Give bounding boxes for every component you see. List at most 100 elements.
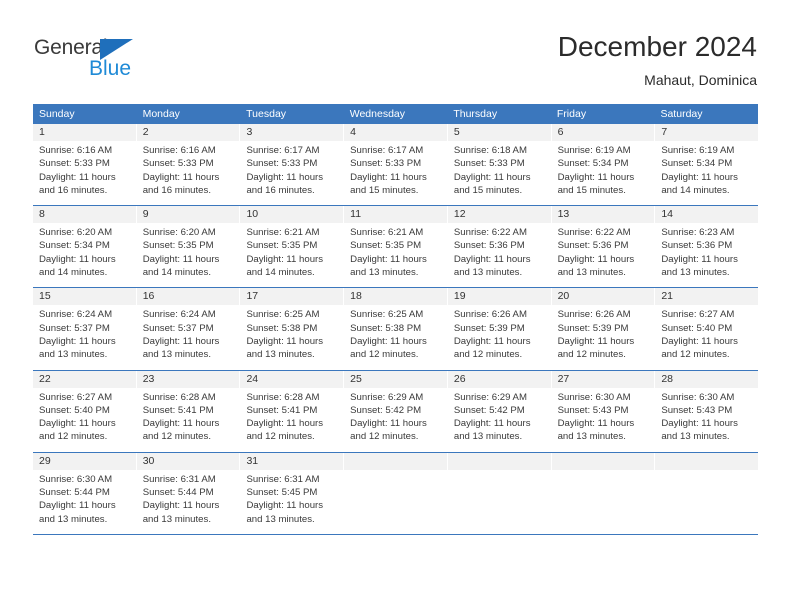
day-number [655, 452, 759, 470]
day-cell[interactable]: 14 Sunrise: 6:23 AM Sunset: 5:36 PM Dayligh… [655, 206, 759, 288]
sunrise-text: Sunrise: 6:31 AM [142, 473, 216, 485]
sunrise-text: Sunrise: 6:28 AM [142, 391, 216, 403]
page-header: General Blue December 2024 Mahaut, Domin… [0, 0, 792, 100]
calendar-weeks: 1 Sunrise: 6:16 AM Sunset: 5:33 PM Daylight… [33, 124, 759, 535]
day-number: 3 [240, 124, 344, 141]
daylight-text-line2: and 12 minutes. [142, 431, 211, 443]
day-cell[interactable]: 19 Sunrise: 6:26 AM Sunset: 5:39 PM Dayligh… [447, 288, 552, 370]
day-number: 19 [447, 288, 551, 306]
sunset-text: Sunset: 5:33 PM [142, 158, 214, 170]
day-cell[interactable]: 12 Sunrise: 6:22 AM Sunset: 5:36 PM Dayligh… [447, 206, 552, 288]
sunrise-text: Sunrise: 6:25 AM [350, 309, 424, 321]
day-cell[interactable]: 31 Sunrise: 6:31 AM Sunset: 5:45 PM Dayligh… [240, 452, 345, 534]
day-number: 5 [447, 124, 551, 141]
sunset-text: Sunset: 5:37 PM [39, 322, 110, 334]
day-cell[interactable]: 7 Sunrise: 6:19 AM Sunset: 5:34 PM Daylight… [655, 124, 759, 206]
day-cell[interactable]: 22 Sunrise: 6:27 AM Sunset: 5:40 PM Dayligh… [33, 370, 137, 452]
day-info: Sunrise: 6:17 AM Sunset: 5:33 PM Daylight:… [344, 141, 447, 197]
day-cell[interactable]: 23 Sunrise: 6:28 AM Sunset: 5:41 PM Dayligh… [136, 370, 241, 452]
sunset-text: Sunset: 5:33 PM [39, 158, 110, 170]
sunset-text: Sunset: 5:34 PM [661, 158, 733, 170]
day-number: 9 [136, 206, 240, 224]
day-info: Sunrise: 6:25 AM Sunset: 5:38 PM Daylight:… [240, 305, 343, 361]
day-number: 30 [136, 452, 240, 470]
day-number [344, 452, 447, 470]
day-cell[interactable]: 26 Sunrise: 6:29 AM Sunset: 5:42 PM Dayligh… [447, 370, 552, 452]
day-number: 2 [136, 124, 240, 141]
day-number: 17 [240, 288, 344, 306]
sunset-text: Sunset: 5:41 PM [246, 404, 318, 416]
calendar-page: General Blue December 2024 Mahaut, Domin… [0, 0, 792, 612]
daylight-text-line1: Daylight: 11 hours [350, 253, 427, 265]
day-cell[interactable]: 25 Sunrise: 6:29 AM Sunset: 5:42 PM Dayligh… [344, 370, 448, 452]
day-cell[interactable]: 3 Sunrise: 6:17 AM Sunset: 5:33 PM Daylight… [240, 124, 345, 206]
day-number: 15 [33, 288, 136, 306]
day-info: Sunrise: 6:25 AM Sunset: 5:38 PM Daylight:… [344, 305, 447, 361]
daylight-text-line1: Daylight: 11 hours [142, 500, 220, 512]
day-number: 20 [551, 288, 655, 306]
day-cell[interactable]: 27 Sunrise: 6:30 AM Sunset: 5:43 PM Dayligh… [551, 370, 656, 452]
day-cell[interactable]: 21 Sunrise: 6:27 AM Sunset: 5:40 PM Dayligh… [655, 288, 759, 370]
day-cell[interactable]: 10 Sunrise: 6:21 AM Sunset: 5:35 PM Dayligh… [240, 206, 345, 288]
day-info: Sunrise: 6:29 AM Sunset: 5:42 PM Daylight:… [448, 388, 551, 444]
daylight-text-line2: and 12 minutes. [350, 431, 419, 443]
day-cell[interactable]: 20 Sunrise: 6:26 AM Sunset: 5:39 PM Dayligh… [551, 288, 656, 370]
daylight-text-line1: Daylight: 11 hours [453, 418, 531, 430]
daylight-text-line2: and 14 minutes. [39, 267, 108, 279]
day-cell[interactable]: 8 Sunrise: 6:20 AM Sunset: 5:34 PM Daylight… [33, 206, 137, 288]
day-number: 4 [344, 124, 447, 141]
daylight-text-line2: and 13 minutes. [453, 431, 523, 443]
day-info: Sunrise: 6:28 AM Sunset: 5:41 PM Daylight:… [240, 388, 343, 444]
brand-logo[interactable]: General Blue [34, 36, 174, 84]
calendar-grid: Sunday Monday Tuesday Wednesday Thursday Frid… [33, 104, 759, 535]
daylight-text-line2: and 13 minutes. [39, 349, 108, 361]
day-cell[interactable]: 13 Sunrise: 6:22 AM Sunset: 5:36 PM Dayligh… [551, 206, 656, 288]
day-info: Sunrise: 6:16 AM Sunset: 5:33 PM Daylight:… [33, 141, 136, 197]
page-subtitle: Mahaut, Dominica [644, 72, 757, 88]
day-cell[interactable]: 30 Sunrise: 6:31 AM Sunset: 5:44 PM Dayligh… [136, 452, 241, 534]
sunset-text: Sunset: 5:42 PM [350, 404, 422, 416]
day-cell[interactable]: 5 Sunrise: 6:18 AM Sunset: 5:33 PM Daylight… [447, 124, 552, 206]
sunset-text: Sunset: 5:37 PM [142, 322, 214, 334]
day-cell[interactable]: 18 Sunrise: 6:25 AM Sunset: 5:38 PM Dayligh… [344, 288, 448, 370]
day-cell[interactable]: 1 Sunrise: 6:16 AM Sunset: 5:33 PM Daylight… [33, 124, 137, 206]
day-cell[interactable]: 24 Sunrise: 6:28 AM Sunset: 5:41 PM Dayligh… [240, 370, 345, 452]
sunset-text: Sunset: 5:44 PM [39, 487, 110, 499]
day-cell[interactable]: 16 Sunrise: 6:24 AM Sunset: 5:37 PM Dayligh… [136, 288, 241, 370]
sunset-text: Sunset: 5:40 PM [39, 404, 110, 416]
day-info: Sunrise: 6:23 AM Sunset: 5:36 PM Daylight:… [655, 223, 758, 279]
day-cell[interactable]: 2 Sunrise: 6:16 AM Sunset: 5:33 PM Daylight… [136, 124, 241, 206]
sunset-text: Sunset: 5:35 PM [350, 240, 422, 252]
day-info: Sunrise: 6:24 AM Sunset: 5:37 PM Daylight:… [137, 305, 240, 361]
sunset-text: Sunset: 5:45 PM [246, 487, 318, 499]
day-cell[interactable]: 6 Sunrise: 6:19 AM Sunset: 5:34 PM Daylight… [551, 124, 656, 206]
day-cell[interactable]: 4 Sunrise: 6:17 AM Sunset: 5:33 PM Daylight… [344, 124, 448, 206]
day-cell[interactable]: 29 Sunrise: 6:30 AM Sunset: 5:44 PM Dayligh… [33, 452, 137, 534]
sunrise-text: Sunrise: 6:20 AM [142, 227, 216, 239]
day-cell[interactable]: 11 Sunrise: 6:21 AM Sunset: 5:35 PM Dayligh… [344, 206, 448, 288]
day-cell[interactable]: 17 Sunrise: 6:25 AM Sunset: 5:38 PM Dayligh… [240, 288, 345, 370]
day-info: Sunrise: 6:30 AM Sunset: 5:43 PM Daylight:… [552, 388, 655, 444]
sunset-text: Sunset: 5:38 PM [246, 322, 318, 334]
day-info: Sunrise: 6:26 AM Sunset: 5:39 PM Daylight:… [448, 305, 551, 361]
day-info: Sunrise: 6:22 AM Sunset: 5:36 PM Daylight:… [552, 223, 655, 279]
daylight-text-line1: Daylight: 11 hours [661, 335, 738, 347]
sunset-text: Sunset: 5:43 PM [557, 404, 629, 416]
daylight-text-line1: Daylight: 11 hours [350, 171, 427, 183]
day-number: 21 [655, 288, 759, 306]
daylight-text-line1: Daylight: 11 hours [246, 253, 324, 265]
day-number: 8 [33, 206, 136, 224]
day-cell[interactable]: 28 Sunrise: 6:30 AM Sunset: 5:43 PM Dayligh… [655, 370, 759, 452]
day-number: 6 [551, 124, 655, 141]
weekday-header-thursday: Thursday [453, 108, 498, 120]
daylight-text-line2: and 13 minutes. [661, 431, 730, 443]
daylight-text-line1: Daylight: 11 hours [39, 500, 116, 512]
daylight-text-line2: and 13 minutes. [453, 267, 523, 279]
day-cell[interactable]: 9 Sunrise: 6:20 AM Sunset: 5:35 PM Daylight… [136, 206, 241, 288]
day-number: 22 [33, 370, 136, 388]
sunrise-text: Sunrise: 6:24 AM [142, 309, 216, 321]
day-number: 1 [33, 124, 136, 141]
weekday-header-wednesday: Wednesday [349, 108, 405, 120]
day-cell[interactable]: 15 Sunrise: 6:24 AM Sunset: 5:37 PM Dayligh… [33, 288, 137, 370]
sunrise-text: Sunrise: 6:18 AM [453, 145, 527, 156]
